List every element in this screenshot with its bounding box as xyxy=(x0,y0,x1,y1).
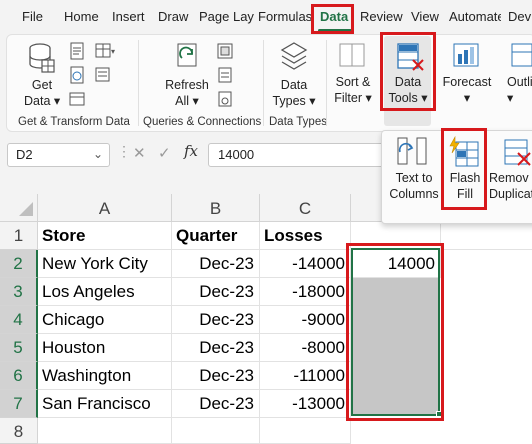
enter-icon[interactable]: ✓ xyxy=(158,144,171,162)
row-header-2[interactable]: 2 xyxy=(0,250,38,278)
tab-insert[interactable]: Insert xyxy=(112,9,145,24)
tab-page-layout[interactable]: Page Lay xyxy=(199,9,254,24)
column-header-c[interactable]: C xyxy=(260,194,351,222)
cell-b5[interactable]: Dec-23 xyxy=(172,334,260,362)
data-types-icon xyxy=(280,42,308,70)
cell-c7[interactable]: -13000 xyxy=(260,390,351,418)
data-tools-button[interactable]: Data Tools ▾ xyxy=(385,74,431,106)
cell-b4[interactable]: Dec-23 xyxy=(172,306,260,334)
cell-a1[interactable]: Store xyxy=(38,222,172,250)
select-all-icon xyxy=(18,202,33,216)
remove-duplicates-button[interactable]: Remov Duplicat xyxy=(489,170,532,202)
text-to-columns-button[interactable]: Text to Columns xyxy=(387,170,441,202)
cell-c6[interactable]: -11000 xyxy=(260,362,351,390)
row-header-6[interactable]: 6 xyxy=(0,362,38,390)
select-all-corner[interactable] xyxy=(0,194,38,222)
outline-icon xyxy=(511,43,532,67)
group-divider xyxy=(263,40,264,126)
sort-filter-icon xyxy=(339,43,365,67)
cell-a7[interactable]: San Francisco xyxy=(38,390,172,418)
existing-connections-icon[interactable] xyxy=(68,90,86,108)
database-icon xyxy=(29,43,55,73)
from-text-icon[interactable] xyxy=(68,42,86,60)
tab-file[interactable]: File xyxy=(22,9,43,24)
row-header-5[interactable]: 5 xyxy=(0,334,38,362)
group-label-queries: Queries & Connections xyxy=(143,116,262,128)
cell-c3[interactable]: -18000 xyxy=(260,278,351,306)
row-header-8[interactable]: 8 xyxy=(0,418,38,444)
refresh-all-button[interactable]: Refresh All ▾ xyxy=(162,77,212,109)
cell-b2[interactable]: Dec-23 xyxy=(172,250,260,278)
forecast-icon xyxy=(453,43,479,67)
active-tab-indicator xyxy=(318,29,352,32)
properties-icon[interactable] xyxy=(216,66,234,84)
from-web-icon[interactable] xyxy=(68,66,86,84)
cell-a6[interactable]: Washington xyxy=(38,362,172,390)
name-box[interactable]: D2 ⌄ xyxy=(7,143,110,167)
cell-a5[interactable]: Houston xyxy=(38,334,172,362)
cell-b6[interactable]: Dec-23 xyxy=(172,362,260,390)
sort-filter-button[interactable]: Sort & Filter ▾ xyxy=(331,74,375,106)
tab-review[interactable]: Review xyxy=(360,9,403,24)
excel-window: File Home Insert Draw Page Lay Formulas … xyxy=(0,0,532,444)
cell-b1[interactable]: Quarter xyxy=(172,222,260,250)
recent-sources-icon[interactable] xyxy=(94,66,112,84)
cell-c8[interactable] xyxy=(260,418,351,444)
tab-view[interactable]: View xyxy=(411,9,439,24)
row-header-1[interactable]: 1 xyxy=(0,222,38,250)
group-label-get-transform: Get & Transform Data xyxy=(18,116,130,128)
flash-fill-icon xyxy=(449,136,479,167)
insert-function-icon[interactable]: fx xyxy=(184,142,198,160)
data-tools-icon xyxy=(397,43,424,71)
cell-c2[interactable]: -14000 xyxy=(260,250,351,278)
tab-draw[interactable]: Draw xyxy=(158,9,188,24)
queries-connections-icon[interactable] xyxy=(216,42,234,60)
fill-handle[interactable] xyxy=(436,411,442,417)
tab-developer[interactable]: Dev xyxy=(508,9,531,24)
cell-d1[interactable] xyxy=(351,222,441,250)
group-label-data-types: Data Types xyxy=(269,116,327,128)
cell-b3[interactable]: Dec-23 xyxy=(172,278,260,306)
cell-b7[interactable]: Dec-23 xyxy=(172,390,260,418)
cell-a3[interactable]: Los Angeles xyxy=(38,278,172,306)
forecast-button[interactable]: Forecast ▾ xyxy=(440,74,494,106)
tab-home[interactable]: Home xyxy=(64,9,99,24)
selection-range-border[interactable] xyxy=(351,248,440,416)
flash-fill-button[interactable]: Flash Fill xyxy=(447,170,483,202)
cell-c4[interactable]: -9000 xyxy=(260,306,351,334)
remove-duplicates-icon xyxy=(504,139,531,166)
refresh-icon xyxy=(177,43,197,67)
chevron-down-icon[interactable]: ⌄ xyxy=(93,147,103,161)
cancel-icon[interactable]: ✕ xyxy=(133,144,146,162)
outline-button[interactable]: Outli ▾ xyxy=(507,74,532,106)
cell-a8[interactable] xyxy=(38,418,172,444)
row-header-4[interactable]: 4 xyxy=(0,306,38,334)
cell-a2[interactable]: New York City xyxy=(38,250,172,278)
edit-links-icon[interactable] xyxy=(216,90,234,108)
svg-text:▾: ▾ xyxy=(111,47,115,56)
more-options-icon[interactable]: ⋮ xyxy=(117,143,131,160)
column-header-a[interactable]: A xyxy=(38,194,172,222)
group-divider xyxy=(138,40,139,126)
ribbon-tabs: File Home Insert Draw Page Lay Formulas … xyxy=(0,0,532,34)
tab-data[interactable]: Data xyxy=(320,9,348,24)
cell-c5[interactable]: -8000 xyxy=(260,334,351,362)
cell-b8[interactable] xyxy=(172,418,260,444)
cell-c1[interactable]: Losses xyxy=(260,222,351,250)
row-header-7[interactable]: 7 xyxy=(0,390,38,418)
row-header-3[interactable]: 3 xyxy=(0,278,38,306)
cell-a4[interactable]: Chicago xyxy=(38,306,172,334)
from-table-icon[interactable]: ▾ xyxy=(94,42,116,60)
column-header-b[interactable]: B xyxy=(172,194,260,222)
tab-formulas[interactable]: Formulas xyxy=(258,9,312,24)
data-types-button[interactable]: Data Types ▾ xyxy=(270,77,318,109)
get-data-button[interactable]: Get Data ▾ xyxy=(24,77,60,109)
cell-e1[interactable] xyxy=(441,222,532,250)
tab-automate[interactable]: Automate xyxy=(449,9,501,24)
text-to-columns-icon xyxy=(397,137,427,165)
group-divider xyxy=(326,40,327,126)
